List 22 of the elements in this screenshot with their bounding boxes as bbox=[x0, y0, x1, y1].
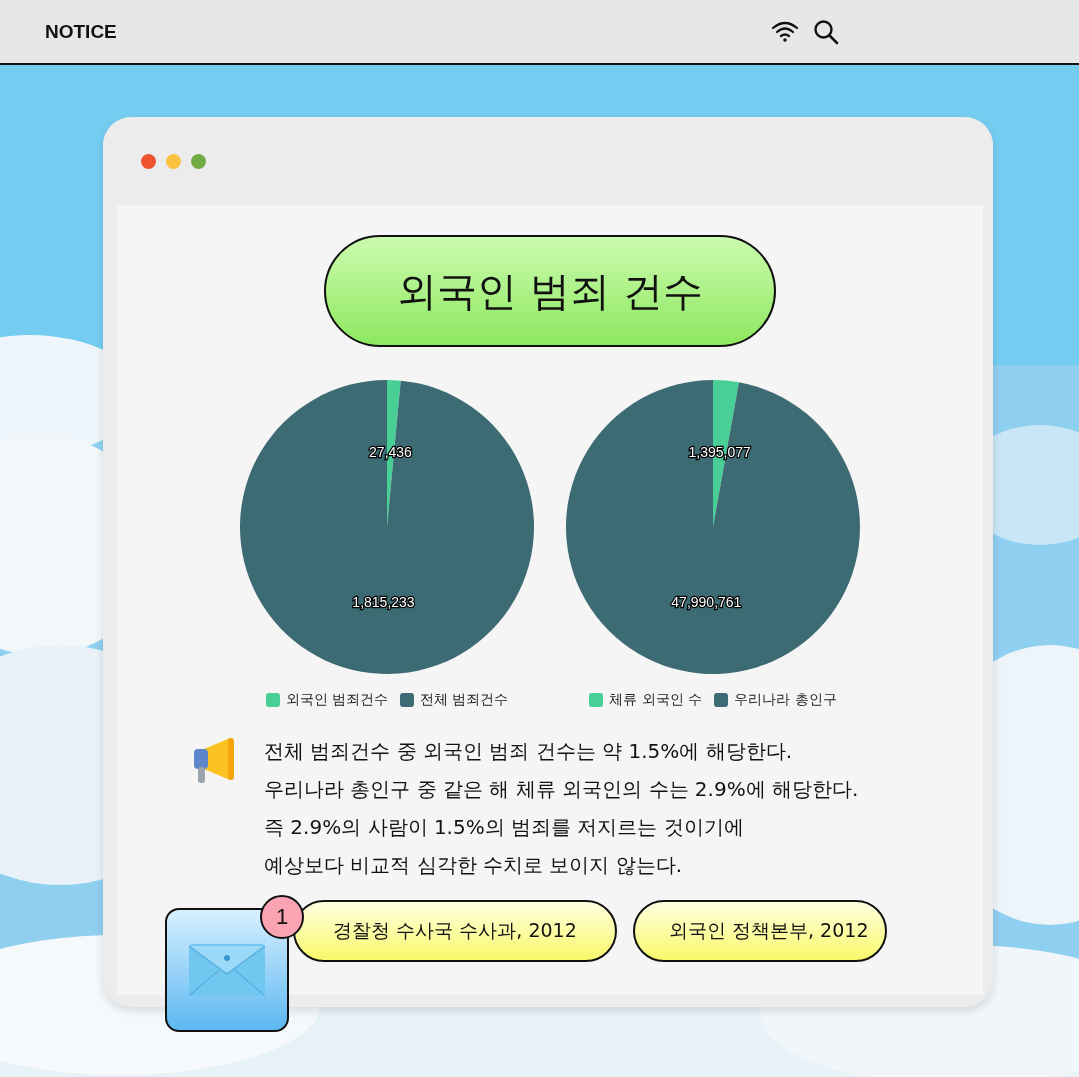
search-icon[interactable] bbox=[813, 18, 839, 45]
notice-text: 우리나라 총인구 중 같은 해 체류 외국인의 수는 2.9%에 해당한다. bbox=[264, 776, 859, 803]
maximize-button[interactable] bbox=[191, 153, 206, 169]
notice-text: 예상보다 비교적 심각한 수치로 보이지 않는다. bbox=[264, 852, 684, 879]
envelope-icon bbox=[189, 944, 265, 996]
legend-label: 체류 외국인 수 bbox=[609, 691, 703, 709]
data-label: 1,815,233 bbox=[352, 593, 415, 610]
source-button[interactable]: 외국인 정책본부, 2012 bbox=[633, 900, 887, 962]
wifi-icon bbox=[771, 20, 799, 43]
close-button[interactable] bbox=[141, 153, 156, 169]
heading: 외국인 범죄 건수 bbox=[324, 235, 776, 347]
data-label: 1,395,077 bbox=[688, 444, 751, 461]
source-button[interactable]: 경찰청 수사국 수사과, 2012 bbox=[293, 900, 617, 962]
legend-label: 우리나라 총인구 bbox=[734, 691, 837, 709]
notice-text: 즉 2.9%의 사람이 1.5%의 범죄를 저지르는 것이기에 bbox=[264, 814, 745, 841]
data-label: 27,436 bbox=[369, 444, 412, 461]
legend-label: 전체 범죄건수 bbox=[420, 691, 509, 709]
mail-app-icon[interactable] bbox=[165, 908, 289, 1032]
app-title: NOTICE bbox=[45, 20, 117, 43]
data-label: 47,990,761 bbox=[671, 593, 742, 610]
legend-label: 외국인 범죄건수 bbox=[285, 691, 388, 709]
notice-text: 전체 범죄건수 중 외국인 범죄 건수는 약 1.5%에 해당한다. bbox=[264, 738, 794, 765]
